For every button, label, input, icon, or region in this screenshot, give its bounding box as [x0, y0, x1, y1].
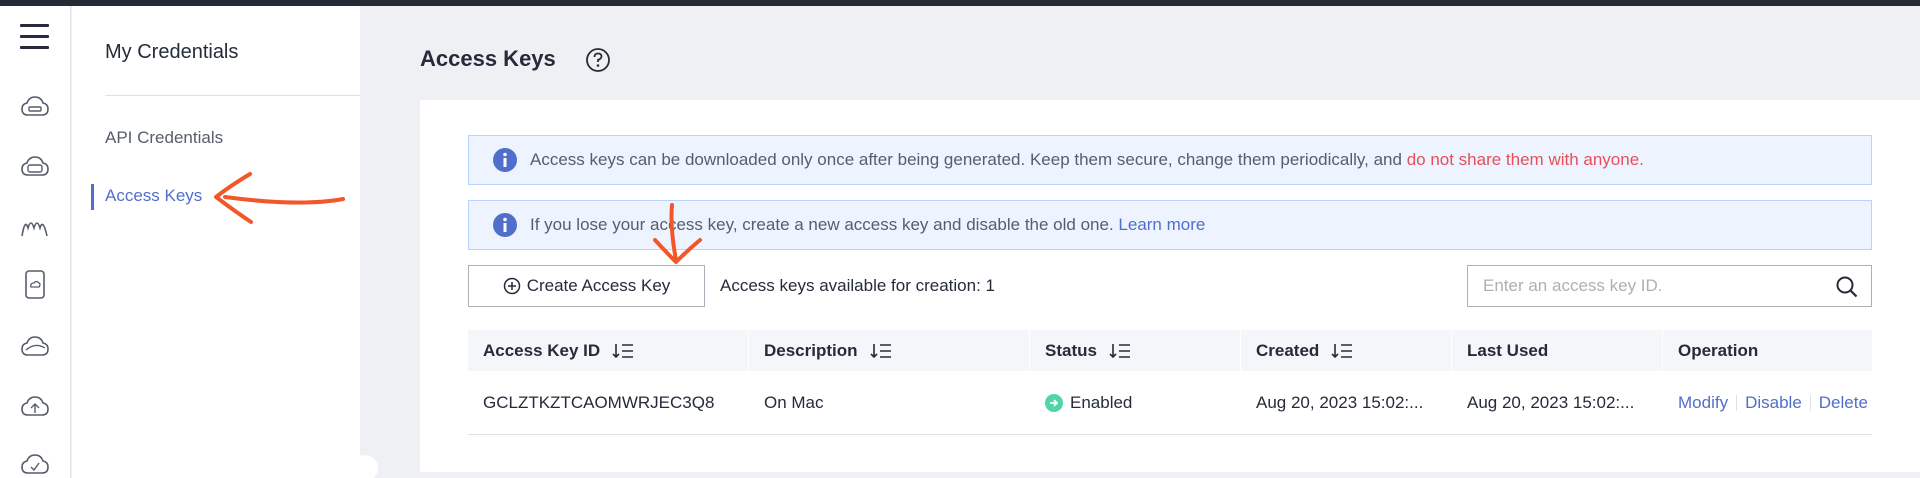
search-box — [1467, 265, 1872, 307]
cloud-icon[interactable] — [20, 332, 50, 362]
column-description: Description — [749, 330, 1029, 371]
column-operation: Operation — [1663, 330, 1872, 371]
alert-text: If you lose your access key, create a ne… — [530, 215, 1119, 234]
phone-cloud-icon[interactable] — [20, 270, 50, 300]
delete-link[interactable]: Delete — [1819, 393, 1868, 413]
icon-rail — [0, 6, 71, 478]
create-access-key-button[interactable]: Create Access Key — [468, 265, 705, 307]
table-header: Access Key ID Description Status Created… — [468, 330, 1872, 371]
column-label: Created — [1256, 340, 1320, 360]
access-keys-table: Access Key ID Description Status Created… — [468, 330, 1872, 435]
alert-warning-text: do not share them with anyone. — [1406, 150, 1644, 169]
cell-created: Aug 20, 2023 15:02:... — [1256, 393, 1424, 412]
info-icon — [493, 213, 517, 237]
sort-icon[interactable] — [612, 342, 634, 360]
available-keys-text: Access keys available for creation: 1 — [720, 276, 995, 295]
plus-circle-icon — [503, 277, 520, 295]
active-indicator — [91, 184, 94, 210]
sidebar-item-api-credentials[interactable]: API Credentials — [105, 128, 223, 148]
disk-icon[interactable] — [20, 152, 50, 182]
cell-description: On Mac — [764, 393, 824, 412]
cell-status: Enabled — [1030, 371, 1240, 435]
operation-separator — [1809, 395, 1811, 411]
table-row: GCLZTKZTCAOMWRJEC3Q8 On Mac Enabled Aug … — [468, 371, 1872, 435]
column-label: Last Used — [1467, 340, 1549, 360]
column-label: Operation — [1678, 340, 1759, 360]
column-label: Description — [764, 340, 858, 360]
column-created: Created — [1241, 330, 1451, 371]
cell-last-used: Aug 20, 2023 15:02:... — [1467, 393, 1635, 412]
learn-more-link[interactable]: Learn more — [1118, 215, 1205, 235]
help-icon[interactable] — [585, 47, 611, 73]
sort-icon[interactable] — [869, 342, 892, 360]
collapse-handle[interactable] — [352, 455, 378, 478]
sort-icon[interactable] — [1109, 342, 1131, 360]
sort-icon[interactable] — [1331, 342, 1353, 360]
sidebar-item-access-keys[interactable]: Access Keys — [105, 186, 202, 206]
sidebar-title: My Credentials — [105, 41, 239, 63]
cloud-server-icon[interactable] — [20, 92, 50, 122]
cell-access-key-id: GCLZTKZTCAOMWRJEC3Q8 — [483, 393, 715, 412]
status-text: Enabled — [1070, 393, 1133, 412]
info-alert-download: Access keys can be downloaded only once … — [468, 135, 1872, 185]
info-icon — [493, 148, 517, 172]
page-title: Access Keys — [420, 46, 556, 71]
column-last-used: Last Used — [1452, 330, 1662, 371]
column-label: Status — [1045, 340, 1097, 360]
column-access-key-id: Access Key ID — [468, 330, 748, 371]
alert-text: Access keys can be downloaded only once … — [530, 150, 1407, 169]
network-wave-icon[interactable] — [20, 212, 50, 242]
cloud-check-icon[interactable] — [20, 450, 50, 478]
info-alert-lost-key: If you lose your access key, create a ne… — [468, 200, 1872, 250]
credentials-sidebar: My Credentials API Credentials Access Ke… — [72, 6, 375, 478]
search-icon[interactable] — [1835, 275, 1859, 299]
create-button-label: Create Access Key — [526, 276, 671, 295]
column-label: Access Key ID — [483, 340, 601, 360]
operation-separator — [1736, 395, 1738, 411]
cloud-upload-icon[interactable] — [20, 392, 50, 422]
cell-operation: Modify Disable Delete — [1663, 371, 1872, 435]
modify-link[interactable]: Modify — [1678, 393, 1728, 413]
sidebar-divider — [105, 95, 375, 96]
disable-link[interactable]: Disable — [1745, 393, 1802, 413]
search-input[interactable] — [1468, 266, 1828, 306]
column-status: Status — [1030, 330, 1240, 371]
menu-icon[interactable] — [20, 24, 50, 54]
enabled-status-icon — [1045, 394, 1063, 412]
